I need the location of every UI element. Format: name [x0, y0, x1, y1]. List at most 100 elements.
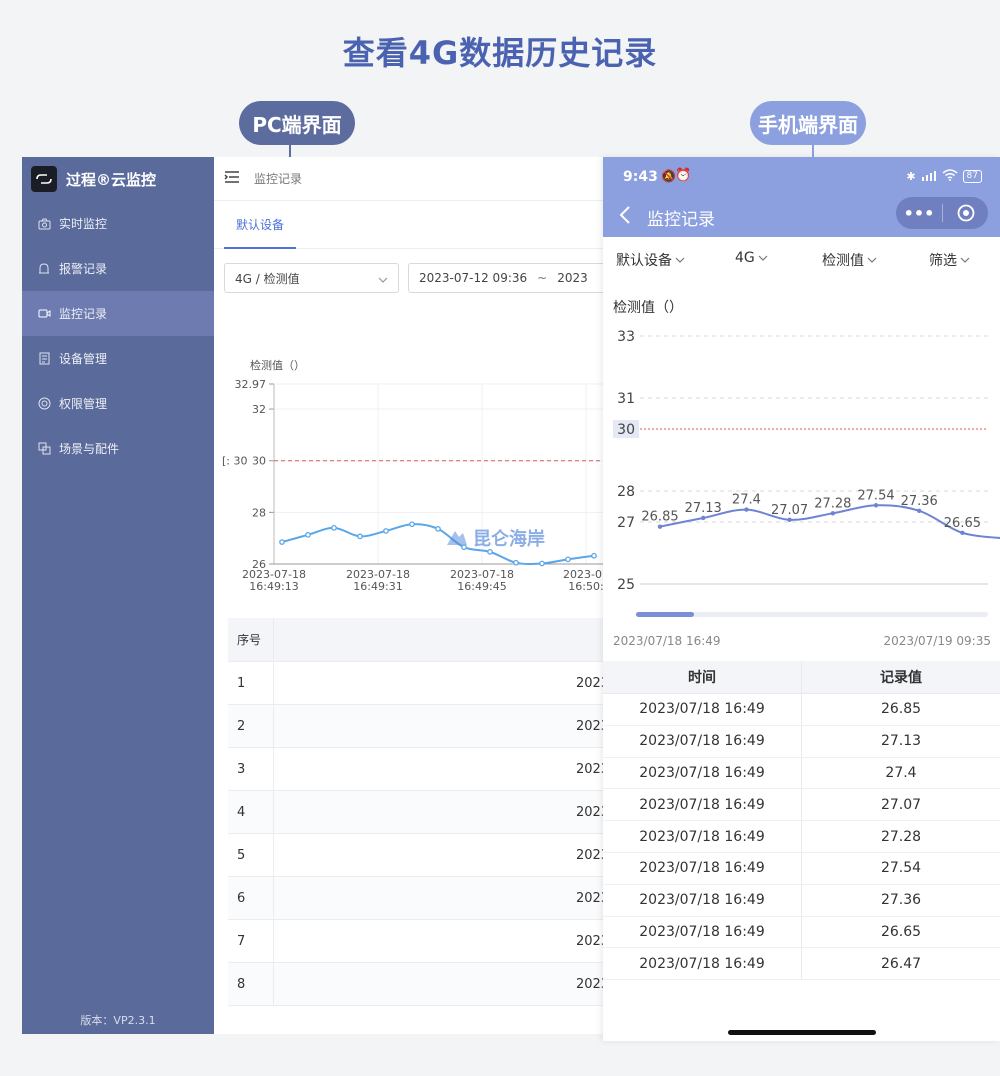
- filter-2[interactable]: 检测值: [822, 250, 877, 270]
- sidebar-item-4[interactable]: 权限管理: [22, 381, 214, 426]
- data-point: [873, 503, 879, 508]
- table-row[interactable]: 2023/07/18 16:49 27.07: [603, 789, 1000, 822]
- date-separator: ~: [537, 271, 548, 285]
- pc-topbar: 监控记录: [214, 157, 622, 201]
- row-index: 3: [228, 748, 274, 790]
- table-row[interactable]: 2023/07/18 16:49 27.13: [603, 725, 1000, 758]
- filter-label: 4G: [735, 250, 755, 266]
- data-point: [830, 511, 835, 516]
- chevron-down-icon: [960, 252, 970, 268]
- table-row[interactable]: 2023/07/18 16:49 27.36: [603, 884, 1000, 917]
- home-indicator: [728, 1030, 876, 1035]
- y-tick-label: 27: [617, 515, 635, 531]
- mobile-screen: 9:43 🔕 ⏰ ✱ 87 监控记录 ••• 默认设备 4G 检测值 筛选 检测值（）: [603, 157, 1000, 1041]
- sidebar-item-3[interactable]: 设备管理: [22, 336, 214, 381]
- row-value: 26.85: [880, 701, 922, 718]
- data-point: [409, 521, 415, 528]
- sidebar-item-label: 设备管理: [59, 352, 108, 366]
- data-point: [357, 533, 363, 540]
- table-row[interactable]: 6 2023-0: [228, 877, 622, 920]
- row-value: 26.65: [880, 923, 922, 940]
- bluetooth-icon: ✱: [906, 170, 916, 183]
- data-point: [539, 560, 545, 567]
- filter-0[interactable]: 默认设备: [616, 250, 685, 270]
- data-point: [657, 524, 663, 529]
- header-time: 时间: [603, 661, 802, 693]
- table-row[interactable]: 2023/07/18 16:49 27.4: [603, 757, 1000, 790]
- table-row[interactable]: 8 2023-0: [228, 963, 622, 1006]
- data-label: 26.85: [641, 510, 678, 525]
- sidebar-item-label: 权限管理: [59, 397, 108, 411]
- header-value: 记录值: [880, 670, 922, 686]
- data-label: 27.28: [814, 496, 851, 511]
- table-row[interactable]: 2023/07/18 16:49 26.47: [603, 948, 1000, 981]
- pc-line-chart: 32.9732302826[: 302023-07-1816:49:132023…: [222, 378, 622, 593]
- brand[interactable]: 过程®云监控: [22, 157, 214, 201]
- chart-scrollbar[interactable]: [636, 612, 988, 617]
- row-time: 2023/07/18 16:49: [603, 821, 802, 852]
- date-range-picker[interactable]: 2023-07-12 09:36 ~ 2023: [408, 263, 622, 293]
- table-row[interactable]: 2023/07/18 16:49 26.85: [603, 694, 1000, 726]
- filter-label: 默认设备: [616, 253, 672, 269]
- table-row[interactable]: 7 2023-0: [228, 920, 622, 963]
- x-tick-label-time: 16:49:13: [249, 580, 298, 593]
- table-row[interactable]: 2023/07/18 16:49 27.54: [603, 852, 1000, 885]
- chart-scrollbar-thumb[interactable]: [636, 612, 694, 617]
- x-tick-label-time: 16:49:31: [353, 580, 402, 593]
- table-header: 时间 记录值: [603, 661, 1000, 694]
- pc-screen: 过程®云监控 实时监控 报警记录 监控记录 设备管理 权限管理 场景与配件 版本：VP2.…: [22, 157, 622, 1034]
- pc-sidebar: 过程®云监控 实时监控 报警记录 监控记录 设备管理 权限管理 场景与配件 版本：VP2.…: [22, 157, 214, 1034]
- filter-3[interactable]: 筛选: [929, 250, 970, 270]
- status-bar: 9:43 🔕 ⏰ ✱ 87: [603, 157, 1000, 197]
- data-label: 27.07: [771, 503, 808, 518]
- sidebar-item-1[interactable]: 报警记录: [22, 246, 214, 291]
- sidebar-item-2[interactable]: 监控记录: [22, 291, 214, 336]
- camera-icon: [37, 217, 51, 231]
- table-row[interactable]: 2 2023-0: [228, 705, 622, 748]
- sidebar-item-5[interactable]: 场景与配件: [22, 426, 214, 471]
- row-time: 2023/07/18 16:49: [603, 789, 802, 821]
- data-type-select[interactable]: 4G / 检测值: [224, 263, 399, 293]
- table-header: 序号: [228, 618, 622, 662]
- table-row[interactable]: 2023/07/18 16:49 26.65: [603, 916, 1000, 949]
- data-label: 27.36: [901, 494, 938, 509]
- row-index: 8: [228, 963, 274, 1005]
- range-end: 2023/07/19 09:35: [883, 634, 991, 648]
- sidebar-item-0[interactable]: 实时监控: [22, 201, 214, 246]
- table-row[interactable]: 4 2023-0: [228, 791, 622, 834]
- chevron-down-icon: [378, 273, 388, 287]
- row-time: 2023-0: [575, 976, 622, 992]
- table-row[interactable]: 5 2023-0: [228, 834, 622, 877]
- data-point: [565, 556, 571, 563]
- mobile-label-badge: 手机端界面: [750, 101, 866, 145]
- pc-filters: 4G / 检测值 2023-07-12 09:36 ~ 2023: [214, 263, 622, 295]
- row-time: 2023-0: [575, 804, 622, 820]
- x-tick-label-time: 16:49:45: [457, 580, 506, 593]
- data-point: [701, 515, 706, 521]
- y-tick-label: 33: [617, 329, 635, 345]
- watermark-logo-icon: [447, 531, 467, 545]
- table-row[interactable]: 3 2023-0: [228, 748, 622, 791]
- table-body: 1 2023-0 2 2023-0 3 2023-0 4 2023-0 5 2023-0 6 2023…: [228, 662, 622, 1006]
- more-options-icon[interactable]: •••: [896, 204, 942, 223]
- back-arrow-icon[interactable]: [619, 205, 631, 230]
- table-row[interactable]: 2023/07/18 16:49 27.28: [603, 821, 1000, 853]
- watermark: 昆仑海岸: [445, 525, 545, 551]
- filter-1[interactable]: 4G: [735, 250, 768, 266]
- data-label: 27.13: [685, 501, 722, 516]
- mobile-navbar: 监控记录 •••: [603, 197, 1000, 237]
- y-tick-label: 32: [252, 403, 266, 416]
- row-time: 2023-0: [575, 933, 622, 949]
- data-point: [435, 526, 441, 532]
- menu-toggle-icon[interactable]: [224, 169, 240, 188]
- mobile-nav-title: 监控记录: [647, 210, 715, 230]
- close-target-icon[interactable]: [943, 204, 988, 222]
- table-row[interactable]: 1 2023-0: [228, 662, 622, 705]
- row-index: 5: [228, 834, 274, 876]
- row-time: 2023/07/18 16:49: [603, 852, 802, 884]
- y-tick-label: 25: [617, 577, 635, 592]
- y-tick-label: 30: [252, 455, 266, 468]
- tab-default-device[interactable]: 默认设备: [224, 201, 297, 249]
- row-index: 7: [228, 920, 274, 962]
- row-index: 4: [228, 791, 274, 833]
